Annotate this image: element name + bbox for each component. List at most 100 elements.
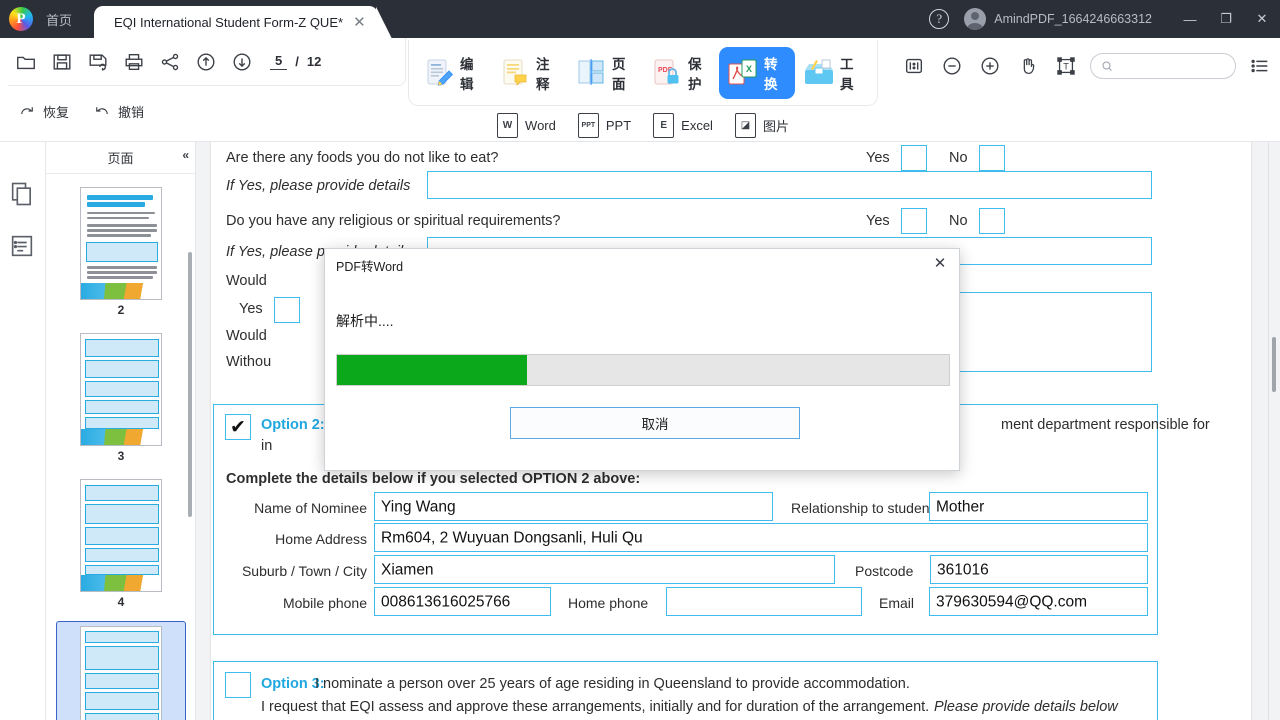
open-icon[interactable] — [8, 42, 44, 82]
current-page-input[interactable]: 5 — [270, 53, 287, 70]
field-value-name-of-nominee: Ying Wang — [375, 498, 456, 515]
share-icon[interactable] — [152, 42, 188, 82]
field-input-home-phone[interactable] — [666, 587, 862, 616]
search-input[interactable] — [1119, 59, 1225, 73]
redo-label: 恢复 — [43, 102, 69, 121]
ribbon-tab-page-label: 页面 — [612, 53, 636, 93]
minimize-button[interactable]: — — [1172, 0, 1208, 38]
view-tools: T — [900, 40, 1274, 92]
dialog-status-text: 解析中.... — [336, 311, 394, 331]
question-religious-yes-checkbox[interactable] — [901, 208, 927, 234]
pages-panel-icon[interactable] — [8, 180, 38, 210]
thumbnail-panel: 页面 « — [46, 142, 196, 720]
undo-label: 撤销 — [118, 102, 144, 121]
ribbon-tab-comment-label: 注释 — [536, 53, 560, 93]
fit-page-icon[interactable] — [900, 52, 928, 80]
save-icon[interactable] — [44, 42, 80, 82]
zoom-out-icon[interactable] — [938, 52, 966, 80]
home-tab[interactable]: 首页 — [42, 0, 94, 38]
username-label: AmindPDF_1664246663312 — [994, 12, 1152, 26]
thumbnail-page-4[interactable]: 4 — [56, 475, 186, 613]
svg-text:T: T — [1063, 62, 1069, 72]
convert-to-image-button[interactable]: ◪ 图片 — [735, 113, 789, 138]
print-icon[interactable] — [116, 42, 152, 82]
ribbon-tab-group: 编辑 注释 — [408, 40, 878, 106]
outline-panel-icon[interactable] — [8, 232, 38, 262]
question-foods-no-label: No — [949, 150, 968, 166]
zoom-in-icon[interactable] — [976, 52, 1004, 80]
foods-details-input[interactable] — [427, 171, 1152, 199]
page-preview — [80, 187, 162, 300]
thumbnail-panel-header: 页面 « — [46, 142, 195, 174]
convert-to-ppt-button[interactable]: PPT PPT — [578, 113, 631, 138]
thumbnail-list[interactable]: 2 3 — [46, 175, 196, 720]
question-foods-yes-checkbox[interactable] — [901, 145, 927, 171]
search-box[interactable] — [1090, 53, 1236, 79]
download-icon[interactable] — [224, 42, 260, 82]
option3-line2: I request that EQI assess and approve th… — [261, 699, 929, 715]
thumbnail-page-2[interactable]: 2 — [56, 183, 186, 321]
ribbon-tab-page[interactable]: 页面 — [567, 47, 643, 99]
close-tab-icon[interactable]: ✕ — [351, 15, 368, 30]
undo-icon — [93, 102, 111, 120]
occluded-label-2: Yes — [239, 301, 263, 317]
convert-to-ppt-label: PPT — [606, 118, 631, 133]
ribbon-tab-comment[interactable]: 注释 — [491, 47, 567, 99]
save-as-icon[interactable] — [80, 42, 116, 82]
option2-title: Option 2: — [261, 417, 325, 433]
cancel-button[interactable]: 取消 — [510, 407, 800, 439]
question-religious-no-checkbox[interactable] — [979, 208, 1005, 234]
menu-list-icon[interactable] — [1246, 52, 1274, 80]
field-input-home-address[interactable]: Rm604, 2 Wuyuan Dongsanli, Huli Qu — [374, 523, 1148, 552]
field-input-mobile-phone[interactable]: 008613616025766 — [374, 587, 551, 616]
ribbon-tab-tools-label: 工具 — [840, 53, 864, 93]
text-select-icon[interactable]: T — [1052, 52, 1080, 80]
undo-button[interactable]: 撤销 — [83, 98, 154, 125]
thumbnail-number: 4 — [118, 595, 125, 609]
option3-checkbox[interactable] — [225, 672, 251, 698]
amindpdf-logo-icon — [9, 7, 33, 31]
ribbon-tab-convert-label: 转换 — [764, 53, 788, 93]
field-input-name-of-nominee[interactable]: Ying Wang — [374, 492, 773, 521]
thumbnail-number: 3 — [118, 449, 125, 463]
ribbon-tab-edit[interactable]: 编辑 — [415, 47, 491, 99]
edit-icon — [422, 56, 456, 90]
progress-bar — [336, 354, 950, 386]
redo-button[interactable]: 恢复 — [8, 98, 79, 125]
close-window-button[interactable]: ✕ — [1244, 0, 1280, 38]
question-religious-yes-label: Yes — [866, 213, 890, 229]
occluded-yes-checkbox[interactable] — [274, 297, 300, 323]
occluded-label-4: Withou — [226, 354, 271, 370]
thumbnail-scrollbar[interactable] — [188, 252, 192, 517]
maximize-button[interactable]: ❐ — [1208, 0, 1244, 38]
close-icon[interactable]: ✕ — [929, 253, 951, 273]
search-icon — [1101, 59, 1113, 73]
document-scrollbar-thumb[interactable] — [1272, 337, 1276, 392]
ribbon-tab-protect[interactable]: PDF 保护 — [643, 47, 719, 99]
upload-icon[interactable] — [188, 42, 224, 82]
ribbon-tab-convert[interactable]: X 转换 — [719, 47, 795, 99]
option2-checkbox[interactable]: ✔ — [225, 414, 251, 440]
field-input-postcode[interactable]: 361016 — [930, 555, 1148, 584]
avatar[interactable] — [964, 8, 986, 30]
convert-to-excel-button[interactable]: E Excel — [653, 113, 713, 138]
field-input-relationship[interactable]: Mother — [929, 492, 1148, 521]
thumbnail-page-3[interactable]: 3 — [56, 329, 186, 467]
help-button[interactable]: ? — [922, 0, 956, 38]
field-label-mobile-phone: Mobile phone — [242, 595, 367, 611]
document-tab[interactable]: EQI International Student Form-Z QUE* ✕ — [94, 6, 378, 38]
hand-tool-icon[interactable] — [1014, 52, 1042, 80]
field-input-email[interactable]: 379630594@QQ.com — [929, 587, 1148, 616]
collapse-panel-icon[interactable]: « — [182, 148, 189, 162]
question-foods-no-checkbox[interactable] — [979, 145, 1005, 171]
ribbon-tab-tools[interactable]: 工具 — [795, 47, 871, 99]
page-separator: / — [295, 54, 299, 69]
app-window: 首页 EQI International Student Form-Z QUE*… — [0, 0, 1280, 720]
field-input-suburb[interactable]: Xiamen — [374, 555, 835, 584]
convert-to-word-button[interactable]: W Word — [497, 113, 556, 138]
field-value-postcode: 361016 — [931, 561, 989, 578]
field-label-email: Email — [879, 595, 914, 611]
thumbnail-page-5[interactable]: 5 — [56, 621, 186, 720]
undo-redo-bar: 恢复 撤销 — [8, 88, 154, 134]
document-scrollbar-track[interactable] — [1268, 142, 1280, 720]
